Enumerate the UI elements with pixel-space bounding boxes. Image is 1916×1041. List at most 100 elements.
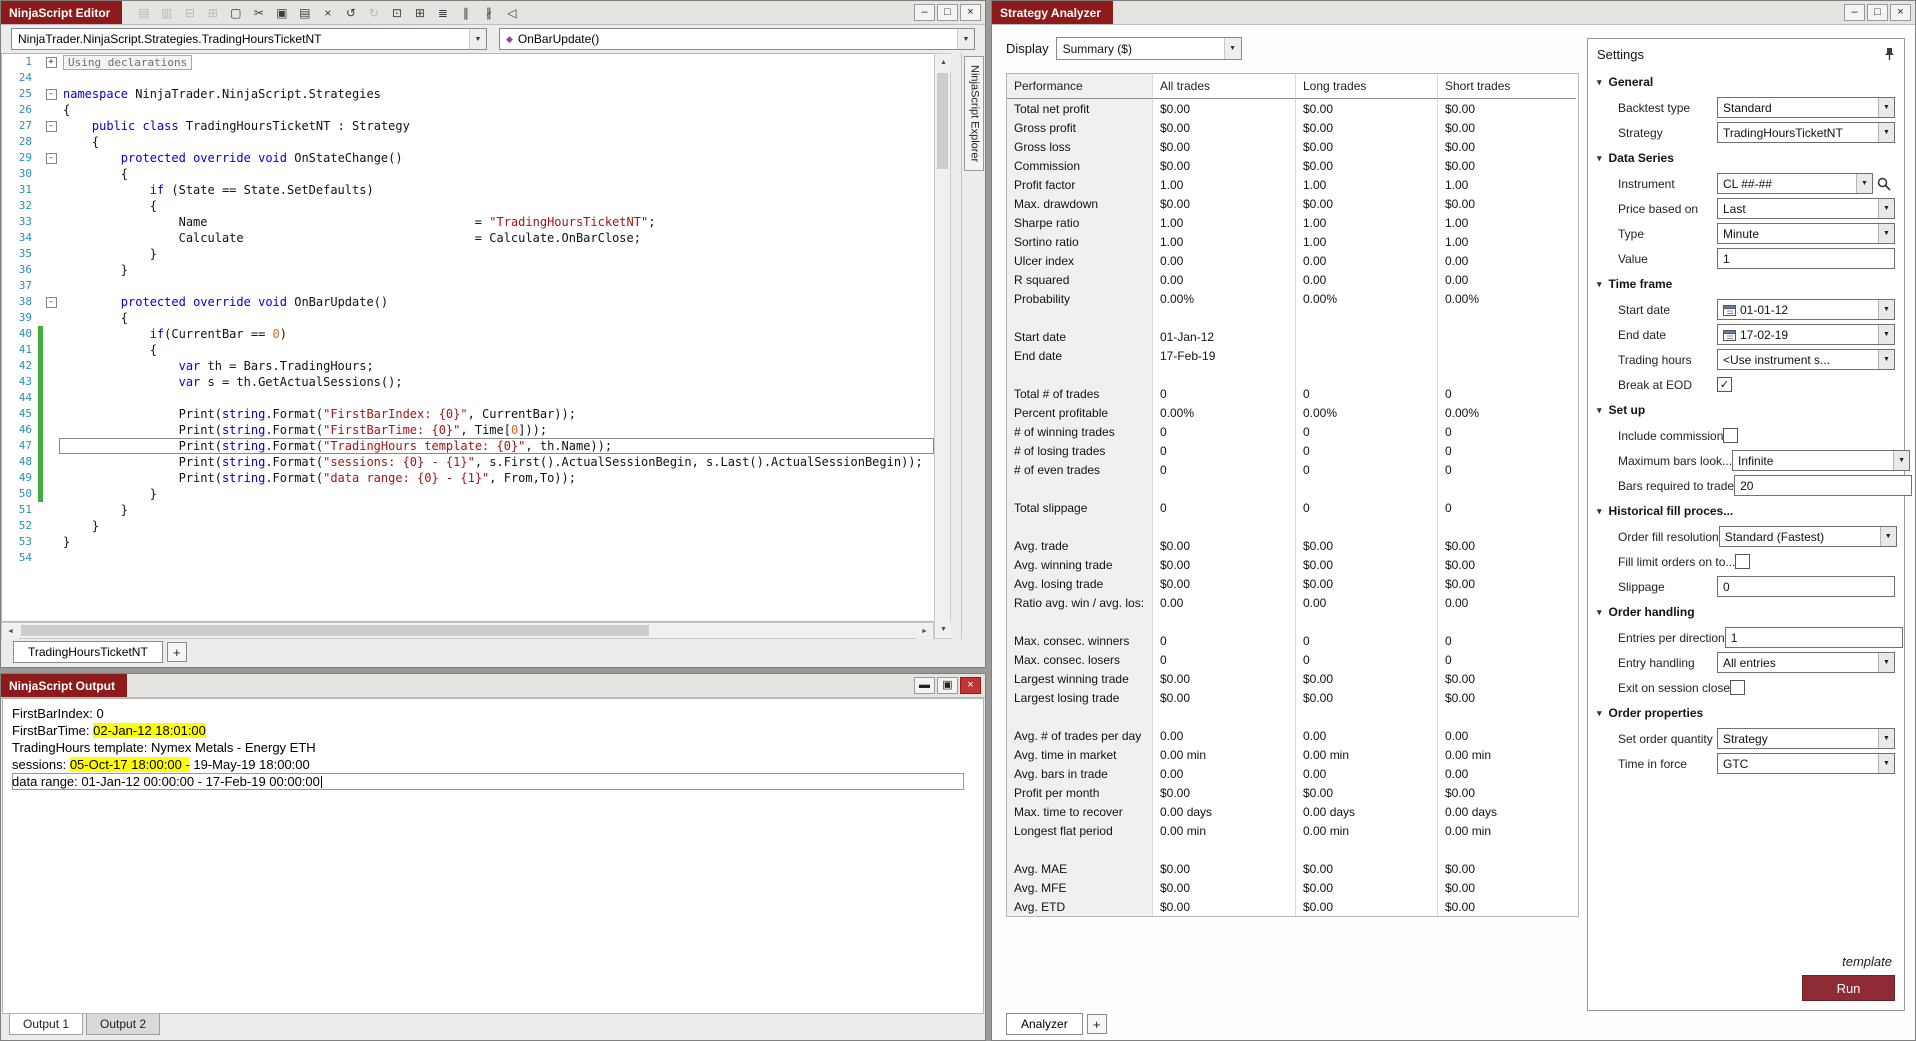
method-selector-dropdown[interactable]: ◆ OnBarUpdate() ▼ bbox=[499, 28, 975, 50]
fold-toggle-icon[interactable]: - bbox=[45, 296, 57, 308]
output-tab-1[interactable]: Output 1 bbox=[9, 1014, 84, 1035]
indent-icon[interactable]: ≣ bbox=[433, 3, 452, 22]
pin-icon[interactable] bbox=[1884, 47, 1895, 61]
analyzer-titlebar[interactable]: Strategy Analyzer – □ × bbox=[992, 1, 1915, 25]
code-text: { bbox=[63, 103, 71, 117]
fold-toggle-icon[interactable]: - bbox=[45, 120, 57, 132]
close-button[interactable]: × bbox=[1890, 4, 1911, 21]
group-expander-icon: ▾ bbox=[1597, 505, 1602, 516]
checkbox-exit-on-session-close[interactable] bbox=[1730, 680, 1746, 695]
code-text: { bbox=[63, 135, 100, 149]
checkbox-include-commission[interactable] bbox=[1723, 428, 1739, 443]
analyzer-tab[interactable]: Analyzer bbox=[1006, 1013, 1083, 1035]
undo-icon[interactable]: ↺ bbox=[341, 3, 360, 22]
maximize-button[interactable]: □ bbox=[1867, 4, 1888, 21]
ninjascript-explorer-tab[interactable]: NinjaScript Explorer bbox=[963, 56, 984, 172]
settings-group-order-handling[interactable]: ▾ Order handling bbox=[1588, 599, 1904, 625]
select-entry-handling[interactable]: All entries ▼ bbox=[1717, 652, 1895, 673]
delete-icon[interactable]: × bbox=[318, 3, 337, 22]
minimize-button[interactable]: – bbox=[914, 4, 935, 21]
select-price-based-on[interactable]: Last ▼ bbox=[1717, 198, 1895, 219]
select-backtest-type[interactable]: Standard ▼ bbox=[1717, 97, 1895, 118]
settings-group-set-up[interactable]: ▾ Set up bbox=[1588, 397, 1904, 423]
save-icon[interactable]: ▤ bbox=[134, 3, 153, 22]
select-maximum-bars-look[interactable]: Infinite ▼ bbox=[1732, 450, 1911, 471]
print-preview-icon[interactable]: ⊞ bbox=[203, 3, 222, 22]
metric-value bbox=[1153, 308, 1296, 327]
scrollbar-thumb[interactable] bbox=[937, 73, 948, 169]
settings-group-general[interactable]: ▾ General bbox=[1588, 69, 1904, 95]
select-type[interactable]: Minute ▼ bbox=[1717, 223, 1895, 244]
setting-label: Instrument bbox=[1618, 176, 1675, 191]
select-set-order-quantity[interactable]: Strategy ▼ bbox=[1717, 728, 1895, 749]
output-titlebar[interactable]: NinjaScript Output ▬ ▣ × bbox=[1, 674, 985, 698]
dock-button[interactable]: ▣ bbox=[937, 677, 958, 694]
scrollbar-track[interactable] bbox=[935, 71, 950, 621]
scroll-down-icon[interactable]: ▼ bbox=[935, 621, 952, 638]
scrollbar-track[interactable] bbox=[19, 623, 916, 638]
save-all-icon[interactable]: ▥ bbox=[157, 3, 176, 22]
scroll-left-icon[interactable]: ◄ bbox=[2, 623, 19, 640]
settings-group-order-properties[interactable]: ▾ Order properties bbox=[1588, 700, 1904, 726]
run-button[interactable]: Run bbox=[1802, 975, 1895, 1001]
input-bars-required-to-trade[interactable]: 20 bbox=[1734, 475, 1913, 496]
print-icon[interactable]: ⊟ bbox=[180, 3, 199, 22]
settings-group-time-frame[interactable]: ▾ Time frame bbox=[1588, 271, 1904, 297]
fold-gutter bbox=[43, 166, 59, 182]
editor-file-tab[interactable]: TradingHoursTicketNT bbox=[13, 641, 163, 663]
maximize-button[interactable]: □ bbox=[937, 4, 958, 21]
paste-icon[interactable]: ▤ bbox=[295, 3, 314, 22]
scroll-right-icon[interactable]: ► bbox=[916, 623, 933, 640]
ninjascript-output-window: NinjaScript Output ▬ ▣ × FirstBarIndex: … bbox=[0, 673, 986, 1041]
code-editor[interactable]: 1 + Using declarations 24 25- namespace Ninja… bbox=[1, 53, 934, 622]
fold-toggle-icon[interactable]: + bbox=[45, 56, 57, 68]
class-selector-dropdown[interactable]: NinjaTrader.NinjaScript.Strategies.Tradi… bbox=[11, 28, 487, 50]
template-link[interactable]: template bbox=[1842, 954, 1892, 969]
fold-toggle-icon[interactable]: - bbox=[45, 152, 57, 164]
code-line: 38 - protected override void OnBarUpdate(… bbox=[2, 294, 934, 310]
display-dropdown[interactable]: Summary ($) ▼ bbox=[1055, 37, 1242, 60]
checkbox-break-at-eod[interactable]: ✓ bbox=[1717, 377, 1732, 392]
collapse-button[interactable]: ▬ bbox=[914, 677, 935, 694]
new-file-icon[interactable]: ▢ bbox=[226, 3, 245, 22]
scrollbar-thumb[interactable] bbox=[21, 625, 649, 636]
uncomment-icon[interactable]: ∦ bbox=[479, 3, 498, 22]
fold-gutter bbox=[43, 518, 59, 534]
search-icon[interactable] bbox=[1877, 177, 1891, 191]
redo-icon[interactable]: ↻ bbox=[364, 3, 383, 22]
minimize-button[interactable]: – bbox=[1844, 4, 1865, 21]
checkbox-fill-limit-orders-on-to[interactable] bbox=[1735, 554, 1751, 569]
scroll-up-icon[interactable]: ▲ bbox=[935, 54, 952, 71]
select-time-in-force[interactable]: GTC ▼ bbox=[1717, 753, 1895, 774]
select-instrument[interactable]: CL ##-## ▼ bbox=[1717, 173, 1873, 194]
input-slippage[interactable]: 0 bbox=[1717, 576, 1895, 597]
column-header: Performance bbox=[1007, 74, 1153, 99]
cut-icon[interactable]: ✂ bbox=[249, 3, 268, 22]
date-picker-start-date[interactable]: 01-01-12 ▼ bbox=[1717, 299, 1895, 320]
setting-label: Backtest type bbox=[1618, 100, 1691, 115]
comment-icon[interactable]: ∥ bbox=[456, 3, 475, 22]
close-button[interactable]: × bbox=[960, 677, 981, 694]
fold-toggle-icon[interactable]: - bbox=[45, 88, 57, 100]
output-console[interactable]: FirstBarIndex: 0 FirstBarTime: 02-Jan-12 … bbox=[2, 698, 984, 1014]
insert-snippet-icon[interactable]: ⊡ bbox=[387, 3, 406, 22]
output-tab-2[interactable]: Output 2 bbox=[86, 1014, 161, 1035]
horizontal-scrollbar[interactable]: ◄ ► bbox=[1, 622, 934, 640]
settings-group-historical-fill-proces[interactable]: ▾ Historical fill proces... bbox=[1588, 498, 1904, 524]
date-picker-end-date[interactable]: 17-02-19 ▼ bbox=[1717, 324, 1895, 345]
input-value[interactable]: 1 bbox=[1717, 248, 1895, 269]
editor-titlebar[interactable]: NinjaScript Editor ▤ ▥ ⊟ ⊞ ▢ ✂ ▣ ▤ × ↺ ↻ ⊡ ⊞ ≣ ∥ ∦ ◁ – □… bbox=[1, 1, 985, 25]
vertical-scrollbar[interactable]: ▲ ▼ bbox=[934, 53, 952, 639]
insert-table-icon[interactable]: ⊞ bbox=[410, 3, 429, 22]
new-editor-tab-button[interactable]: + bbox=[166, 642, 187, 662]
select-strategy[interactable]: TradingHoursTicketNT ▼ bbox=[1717, 122, 1895, 143]
copy-icon[interactable]: ▣ bbox=[272, 3, 291, 22]
settings-group-data-series[interactable]: ▾ Data Series bbox=[1588, 145, 1904, 171]
close-button[interactable]: × bbox=[960, 4, 981, 21]
compile-icon[interactable]: ◁ bbox=[502, 3, 521, 22]
select-trading-hours[interactable]: <Use instrument s... ▼ bbox=[1717, 349, 1895, 370]
new-analyzer-tab-button[interactable]: + bbox=[1086, 1014, 1107, 1034]
metric-value: $0.00 bbox=[1296, 99, 1438, 118]
select-order-fill-resolution[interactable]: Standard (Fastest) ▼ bbox=[1718, 526, 1897, 547]
input-entries-per-direction[interactable]: 1 bbox=[1724, 627, 1903, 648]
